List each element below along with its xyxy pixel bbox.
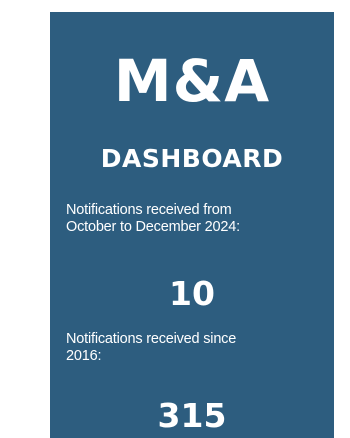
dashboard-subtitle: DASHBOARD xyxy=(100,144,284,173)
recent-notifications-count: 10 xyxy=(169,274,215,313)
recent-notifications-label: Notifications received from October to D… xyxy=(66,202,240,235)
dashboard-card: M&A DASHBOARD Notifications received fro… xyxy=(50,12,334,438)
total-notifications-count: 315 xyxy=(157,396,227,435)
total-notifications-label: Notifications received since 2016: xyxy=(66,331,237,364)
dashboard-title: M&A xyxy=(113,47,271,115)
